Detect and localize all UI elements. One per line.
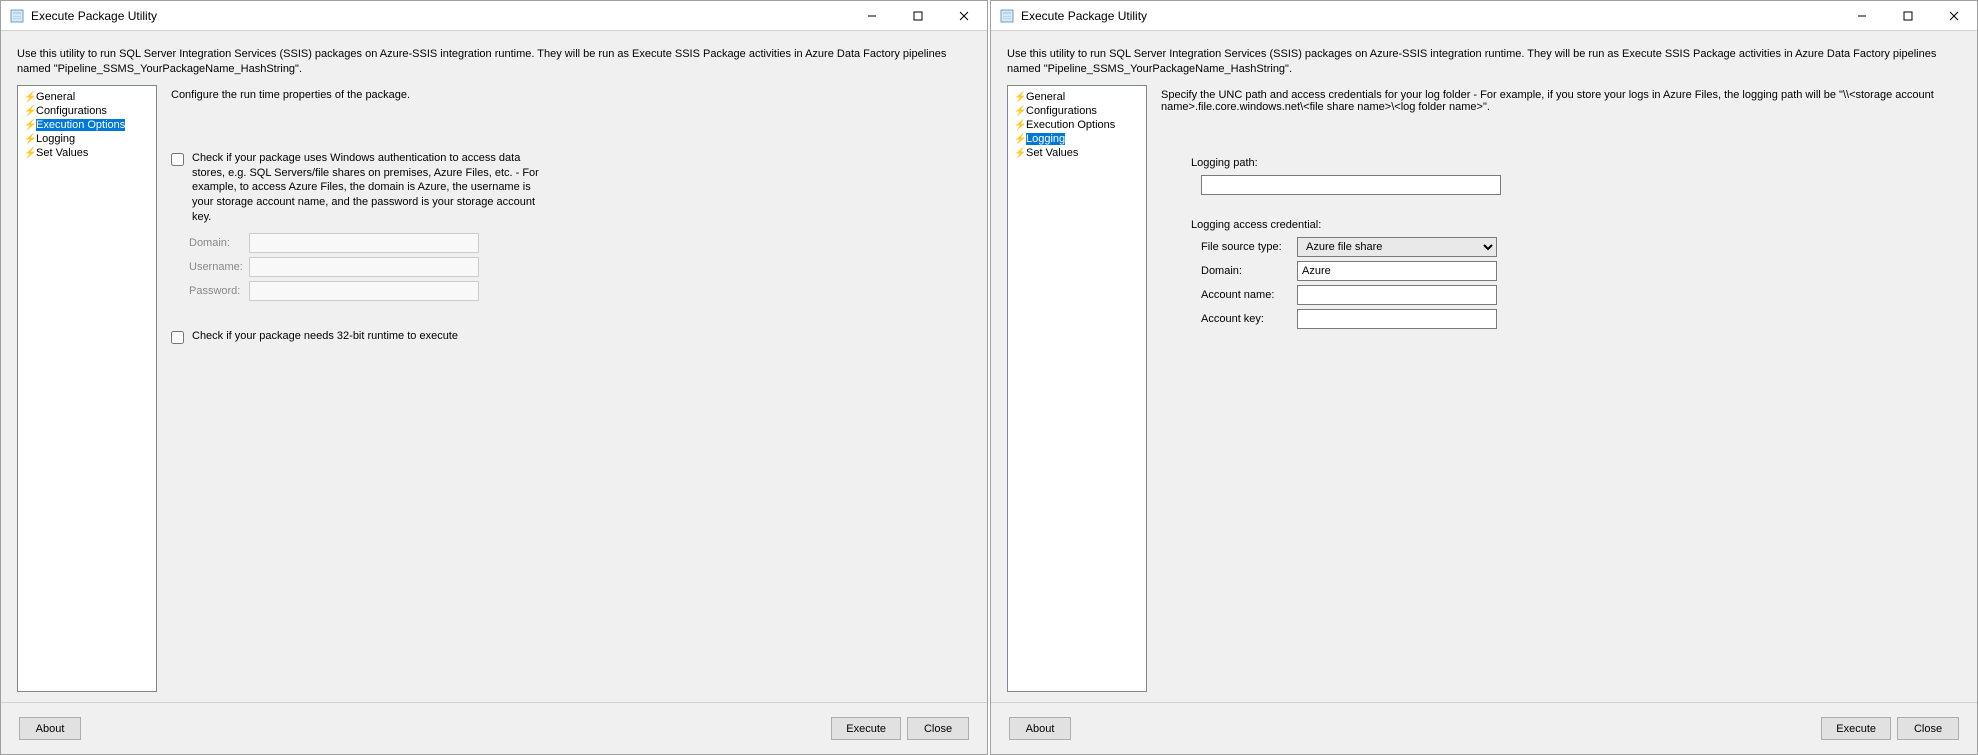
logging-domain-label: Domain: xyxy=(1201,265,1297,277)
32bit-checkbox[interactable] xyxy=(171,331,184,344)
minimize-button[interactable] xyxy=(1839,1,1885,30)
about-button[interactable]: About xyxy=(19,717,81,740)
description-text: Use this utility to run SQL Server Integ… xyxy=(17,47,971,77)
account-name-input[interactable] xyxy=(1297,285,1497,305)
titlebar: Execute Package Utility xyxy=(1,1,987,31)
nav-set-values[interactable]: ⚡Set Values xyxy=(1010,146,1144,160)
nav-logging[interactable]: ⚡Logging xyxy=(1010,132,1144,146)
username-input xyxy=(249,257,479,277)
window-buttons xyxy=(1839,1,1977,30)
account-key-label: Account key: xyxy=(1201,313,1297,325)
minimize-button[interactable] xyxy=(849,1,895,30)
nav-configurations[interactable]: ⚡Configurations xyxy=(20,104,154,118)
description-area: Use this utility to run SQL Server Integ… xyxy=(1,31,987,85)
logging-domain-input[interactable] xyxy=(1297,261,1497,281)
nav-set-values[interactable]: ⚡Set Values xyxy=(20,146,154,160)
logging-path-label: Logging path: xyxy=(1191,157,1501,169)
logging-credential-label: Logging access credential: xyxy=(1191,219,1501,231)
description-text: Use this utility to run SQL Server Integ… xyxy=(1007,47,1961,77)
account-key-input[interactable] xyxy=(1297,309,1497,329)
panel-heading: Specify the UNC path and access credenti… xyxy=(1161,89,1953,113)
maximize-button[interactable] xyxy=(895,1,941,30)
account-name-label: Account name: xyxy=(1201,289,1297,301)
footer: About Execute Close xyxy=(991,702,1977,754)
maximize-button[interactable] xyxy=(1885,1,1931,30)
nav-panel: ⚡General ⚡Configurations ⚡Execution Opti… xyxy=(1007,85,1147,692)
window-buttons xyxy=(849,1,987,30)
nav-execution-options[interactable]: ⚡Execution Options xyxy=(1010,118,1144,132)
nav-panel: ⚡General ⚡Configurations ⚡Execution Opti… xyxy=(17,85,157,692)
panel-heading: Configure the run time properties of the… xyxy=(171,89,963,101)
about-button[interactable]: About xyxy=(1009,717,1071,740)
main-panel-logging: Specify the UNC path and access credenti… xyxy=(1161,85,1961,692)
nav-logging[interactable]: ⚡Logging xyxy=(20,132,154,146)
nav-general[interactable]: ⚡General xyxy=(20,90,154,104)
app-icon xyxy=(999,8,1015,24)
windows-auth-label: Check if your package uses Windows authe… xyxy=(192,151,552,225)
window-title: Execute Package Utility xyxy=(31,9,849,23)
file-source-type-select[interactable]: Azure file share xyxy=(1297,237,1497,257)
close-dialog-button[interactable]: Close xyxy=(1897,717,1959,740)
main-panel-execution: Configure the run time properties of the… xyxy=(171,85,971,692)
username-label: Username: xyxy=(189,261,249,273)
nav-execution-options[interactable]: ⚡Execution Options xyxy=(20,118,154,132)
titlebar: Execute Package Utility xyxy=(991,1,1977,31)
domain-label: Domain: xyxy=(189,237,249,249)
close-button[interactable] xyxy=(1931,1,1977,30)
logging-path-input[interactable] xyxy=(1201,175,1501,195)
window-execution-options: Execute Package Utility Use this utility… xyxy=(0,0,988,755)
domain-input xyxy=(249,233,479,253)
file-source-type-label: File source type: xyxy=(1201,241,1297,253)
execute-button[interactable]: Execute xyxy=(1821,717,1891,740)
close-dialog-button[interactable]: Close xyxy=(907,717,969,740)
description-area: Use this utility to run SQL Server Integ… xyxy=(991,31,1977,85)
password-label: Password: xyxy=(189,285,249,297)
window-logging: Execute Package Utility Use this utility… xyxy=(990,0,1978,755)
footer: About Execute Close xyxy=(1,702,987,754)
window-title: Execute Package Utility xyxy=(1021,9,1839,23)
32bit-label: Check if your package needs 32-bit runti… xyxy=(192,329,458,344)
password-input xyxy=(249,281,479,301)
nav-general[interactable]: ⚡General xyxy=(1010,90,1144,104)
app-icon xyxy=(9,8,25,24)
close-button[interactable] xyxy=(941,1,987,30)
windows-auth-checkbox[interactable] xyxy=(171,153,184,166)
nav-configurations[interactable]: ⚡Configurations xyxy=(1010,104,1144,118)
execute-button[interactable]: Execute xyxy=(831,717,901,740)
